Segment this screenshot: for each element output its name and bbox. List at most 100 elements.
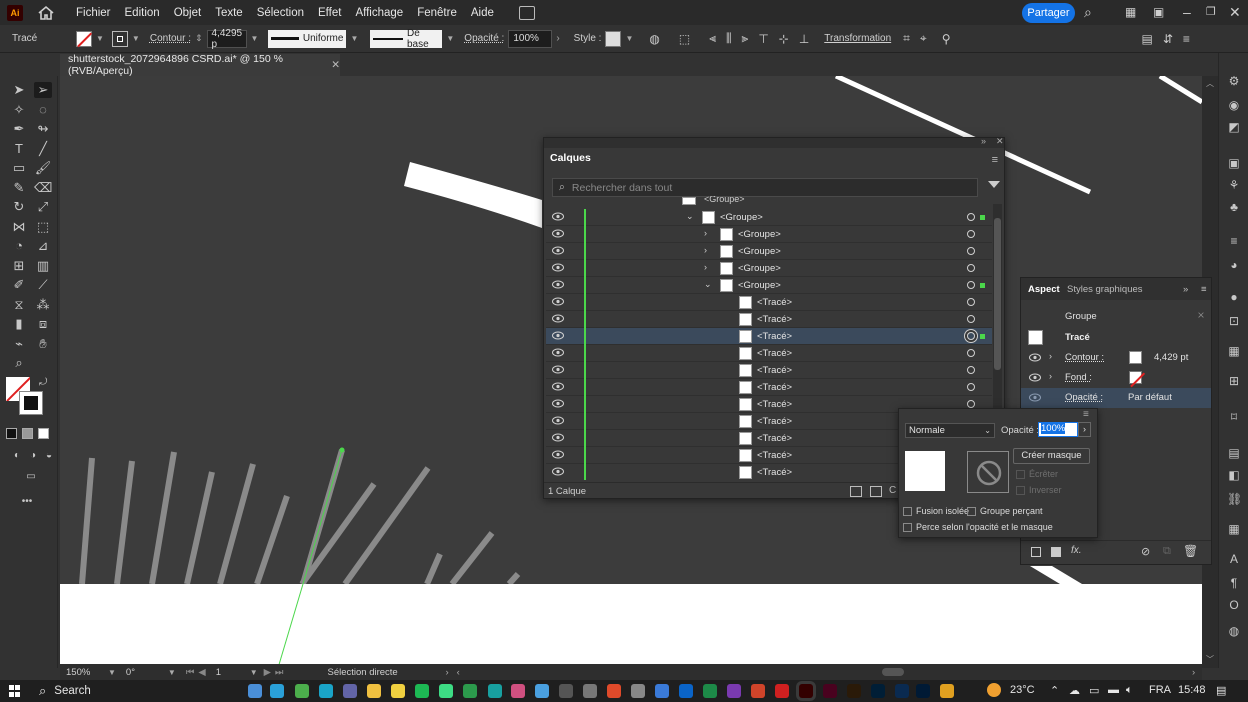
trash-icon[interactable]: 🗑: [1183, 544, 1198, 558]
fill-swatch[interactable]: [76, 30, 92, 47]
layers-search-input[interactable]: ⌕ Rechercher dans tout: [552, 178, 978, 197]
search-icon[interactable]: ⌕: [1084, 5, 1092, 19]
horizontal-scroll-thumb[interactable]: [882, 668, 904, 676]
graph-tool-icon[interactable]: ▮: [10, 316, 28, 332]
chevron-right-icon[interactable]: ›: [704, 245, 707, 255]
clear-appearance-icon[interactable]: ⊘: [1141, 545, 1150, 558]
collapse-panel-icon[interactable]: »: [981, 136, 986, 146]
line-tool-icon[interactable]: ╱: [34, 141, 52, 157]
panel-menu-icon[interactable]: ≡: [1201, 284, 1207, 295]
clock-time[interactable]: 15:48: [1178, 684, 1206, 696]
links-icon[interactable]: ⛓: [1227, 493, 1242, 505]
stroke-black-swatch[interactable]: [19, 391, 43, 415]
illustrator-app-icon[interactable]: [799, 684, 813, 698]
character-icon[interactable]: A: [1227, 553, 1241, 565]
opentype-icon[interactable]: O: [1227, 599, 1241, 611]
minimize-icon[interactable]: –: [1183, 5, 1191, 19]
close-window-icon[interactable]: ✕: [1229, 5, 1241, 19]
clip-checkbox[interactable]: [1016, 470, 1025, 479]
visibility-eye-icon[interactable]: [552, 348, 564, 357]
align-middle-icon[interactable]: ⊹: [779, 32, 789, 46]
menu-item-1[interactable]: Fichier: [69, 7, 118, 19]
swap-fill-stroke-icon[interactable]: ⤾: [39, 377, 47, 388]
paint-app-icon[interactable]: [631, 684, 645, 698]
menu-item-3[interactable]: Objet: [167, 7, 209, 19]
photos-app-icon[interactable]: [511, 684, 525, 698]
filter-icon[interactable]: [988, 181, 1000, 188]
panel-layout-icon[interactable]: ▣: [1153, 5, 1164, 19]
align-right-icon[interactable]: ⫸: [742, 31, 749, 46]
target-circle-icon[interactable]: [967, 349, 975, 357]
variable-width-profile[interactable]: Uniforme: [268, 29, 347, 48]
photoshop-beta-app-icon[interactable]: [895, 684, 909, 698]
layer-row[interactable]: <Tracé>: [546, 379, 992, 396]
visibility-eye-icon[interactable]: [552, 399, 564, 408]
fill-color-swatch[interactable]: [1129, 371, 1142, 384]
knockout-group-checkbox[interactable]: [967, 507, 976, 516]
visibility-eye-icon[interactable]: [552, 433, 564, 442]
layer-name[interactable]: <Tracé>: [757, 433, 792, 444]
target-circle-icon[interactable]: [967, 230, 975, 238]
stroke-label[interactable]: Contour :: [150, 33, 191, 44]
layer-row[interactable]: ⌄ <Groupe>: [546, 209, 992, 226]
gradient-mode-icon[interactable]: [22, 428, 33, 439]
libraries-icon[interactable]: ◉: [1227, 99, 1241, 111]
target-circle-icon[interactable]: [967, 366, 975, 374]
transform-panel-icon[interactable]: ⊡: [1227, 315, 1241, 327]
visibility-eye-icon[interactable]: [552, 314, 564, 323]
appearance-fill-row[interactable]: › Fond :: [1021, 368, 1211, 388]
stroke-weight-value[interactable]: 4,429 pt: [1154, 352, 1188, 363]
shaper-tool-icon[interactable]: ✎: [10, 180, 28, 196]
layer-name[interactable]: <Tracé>: [757, 365, 792, 376]
taskbar-search[interactable]: ⌕ Search: [39, 683, 91, 699]
visibility-eye-icon[interactable]: [1029, 393, 1041, 402]
stroke-weight-field[interactable]: 4,4295 p: [206, 28, 247, 50]
add-effect-icon[interactable]: fx.: [1071, 545, 1082, 556]
share-button[interactable]: Partager: [1022, 3, 1075, 23]
close-tab-icon[interactable]: ✕: [331, 59, 340, 71]
layer-row[interactable]: › <Groupe>: [546, 260, 992, 277]
corner-shape[interactable]: [1030, 566, 1082, 584]
acrobat-app-icon[interactable]: [775, 684, 789, 698]
menu-item-6[interactable]: Effet: [311, 7, 348, 19]
color-guide-icon[interactable]: ◕: [1227, 259, 1241, 271]
panel-menu-icon[interactable]: ≡: [992, 154, 998, 166]
chevron-right-icon[interactable]: ›: [1049, 351, 1052, 361]
chevron-down-icon[interactable]: ▼: [350, 34, 358, 43]
mesh-tool-icon[interactable]: ⊞: [10, 258, 28, 274]
indesign-app-icon[interactable]: [823, 684, 837, 698]
calculator-app-icon[interactable]: [559, 684, 573, 698]
target-circle-icon[interactable]: [967, 281, 975, 289]
chevron-down-icon[interactable]: ▼: [96, 34, 104, 43]
eraser-tool-icon[interactable]: ⌫: [34, 180, 52, 196]
menu-item-8[interactable]: Fenêtre: [410, 7, 464, 19]
transparency-icon[interactable]: ◧: [1227, 469, 1241, 481]
paragraph-icon[interactable]: ¶: [1227, 577, 1241, 589]
visibility-eye-icon[interactable]: [552, 382, 564, 391]
add-stroke-icon[interactable]: [1031, 547, 1041, 557]
invert-mask-checkbox[interactable]: [1016, 486, 1025, 495]
appearance-group-row[interactable]: Groupe ⨯: [1021, 308, 1211, 328]
shape-builder-tool-icon[interactable]: ◔: [10, 238, 28, 254]
align-left-icon[interactable]: ⫷: [709, 31, 716, 46]
pathfinder-icon[interactable]: ▦: [1227, 523, 1241, 535]
screen-mode-icon[interactable]: ▭: [22, 469, 40, 485]
selection-indicator[interactable]: [980, 215, 985, 220]
layer-name[interactable]: <Tracé>: [757, 416, 792, 427]
crop-icon[interactable]: ⌗: [903, 31, 910, 46]
chrome-canary-app-icon[interactable]: [940, 684, 954, 698]
keyboard-app-icon[interactable]: [583, 684, 597, 698]
weather-icon[interactable]: [987, 683, 1001, 697]
ray-strokes[interactable]: [79, 451, 521, 587]
export-icon[interactable]: [870, 486, 882, 497]
chevron-right-icon[interactable]: ›: [445, 667, 448, 678]
artboard-tool-icon[interactable]: ⧈: [34, 316, 52, 332]
target-circle-icon[interactable]: [967, 315, 975, 323]
add-fill-icon[interactable]: [1051, 547, 1061, 557]
chevron-down-icon[interactable]: ▼: [108, 668, 116, 677]
transform-link[interactable]: Transformation: [824, 33, 891, 44]
menu-item-9[interactable]: Aide: [464, 7, 501, 19]
transform-panel-icon[interactable]: ⇵: [1163, 32, 1173, 46]
image-trace-icon[interactable]: ▣: [1227, 157, 1241, 169]
chevron-right-icon[interactable]: ›: [556, 33, 559, 44]
